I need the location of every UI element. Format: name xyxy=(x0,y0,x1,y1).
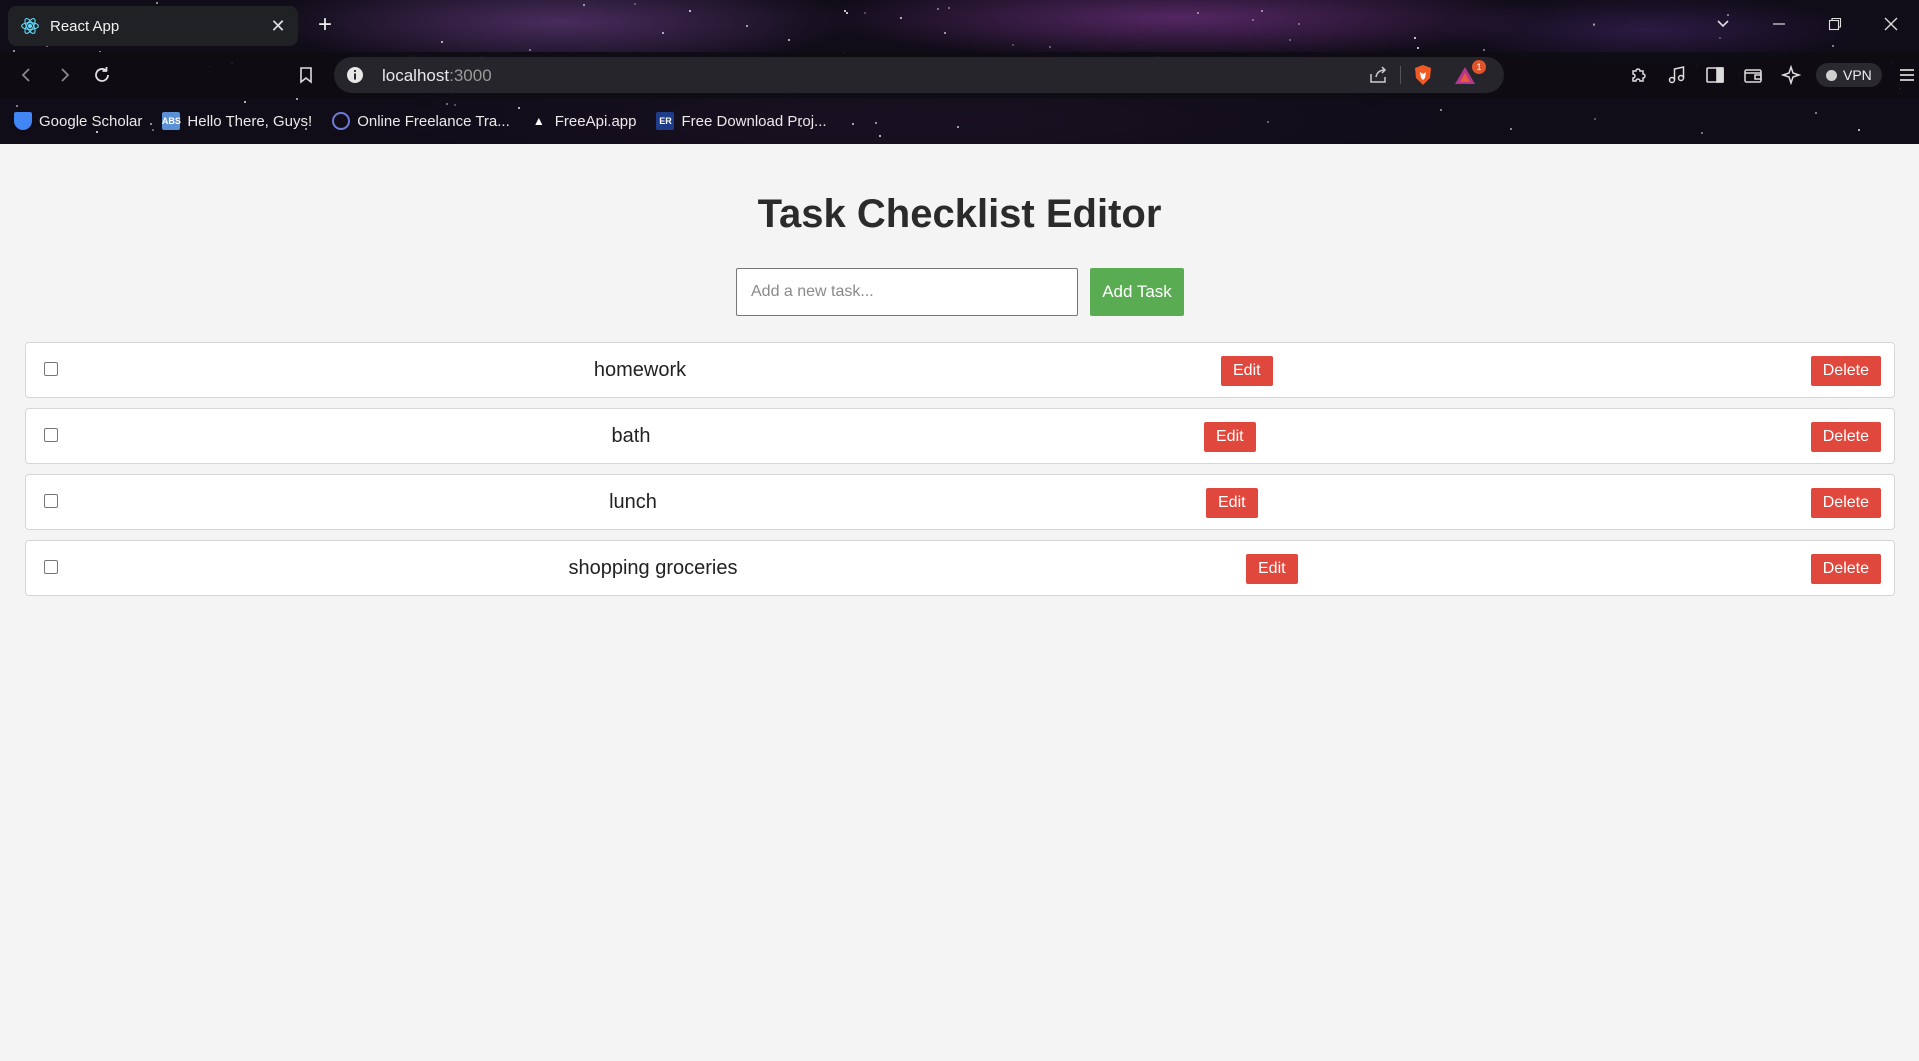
bookmark-item[interactable]: ▲ FreeApi.app xyxy=(530,112,637,130)
task-label: lunch xyxy=(609,491,657,513)
close-window-icon[interactable] xyxy=(1863,0,1919,48)
edit-button[interactable]: Edit xyxy=(1206,488,1258,518)
brave-shield-icon[interactable] xyxy=(1412,64,1434,86)
wallet-icon[interactable] xyxy=(1734,58,1772,92)
new-task-input[interactable] xyxy=(736,268,1078,316)
browser-chrome: React App ✕ + localhost:3000 1 VPN Googl… xyxy=(0,0,1919,144)
delete-button[interactable]: Delete xyxy=(1810,356,1881,386)
url-text[interactable]: localhost:3000 xyxy=(382,66,492,86)
task-row: shopping groceries Edit Delete xyxy=(25,540,1895,596)
edit-button[interactable]: Edit xyxy=(1246,554,1298,584)
edit-button[interactable]: Edit xyxy=(1221,356,1273,386)
add-task-button[interactable]: Add Task xyxy=(1090,268,1184,316)
bookmark-label: Hello There, Guys! xyxy=(187,112,313,130)
task-label: shopping groceries xyxy=(568,557,738,579)
address-bar[interactable]: localhost:3000 1 xyxy=(334,57,1504,93)
tab-react-app[interactable]: React App ✕ xyxy=(8,6,298,46)
music-icon[interactable] xyxy=(1658,58,1696,92)
close-icon[interactable]: ✕ xyxy=(268,16,288,36)
rewards-badge: 1 xyxy=(1472,60,1486,74)
vpn-status-icon xyxy=(1826,69,1837,81)
restore-icon[interactable] xyxy=(1807,0,1863,48)
task-list: homework Edit Delete bath Edit Delete lu… xyxy=(25,342,1895,606)
bookmark-label: FreeApi.app xyxy=(554,112,637,130)
page-title: Task Checklist Editor xyxy=(757,192,1162,236)
bookmark-item[interactable]: Online Freelance Tra... xyxy=(332,112,510,130)
tab-title: React App xyxy=(50,17,120,35)
minimize-icon[interactable] xyxy=(1751,0,1807,48)
react-icon xyxy=(20,16,40,36)
url-port: :3000 xyxy=(449,66,492,85)
divider xyxy=(1400,66,1401,84)
task-checkbox[interactable] xyxy=(44,428,58,442)
toolbar: localhost:3000 1 VPN xyxy=(0,52,1919,98)
edit-button[interactable]: Edit xyxy=(1204,422,1256,452)
bookmark-label: Free Download Proj... xyxy=(681,112,827,130)
abs-icon: ABS xyxy=(162,112,181,130)
tab-strip: React App ✕ + xyxy=(0,0,1919,52)
toolbar-actions: VPN xyxy=(1620,58,1919,92)
task-checkbox[interactable] xyxy=(44,494,58,508)
delete-button[interactable]: Delete xyxy=(1810,422,1881,452)
share-icon[interactable] xyxy=(1368,65,1388,85)
bookmark-item[interactable]: ABS Hello There, Guys! xyxy=(162,112,312,130)
page-content: Task Checklist Editor Add Task homework … xyxy=(0,144,1919,1061)
reload-icon[interactable] xyxy=(85,58,119,92)
er-icon: ER xyxy=(656,112,675,130)
sidebar-icon[interactable] xyxy=(1696,58,1734,92)
vpn-button[interactable]: VPN xyxy=(1816,63,1882,87)
task-checkbox[interactable] xyxy=(44,560,58,574)
freelance-icon xyxy=(332,112,351,130)
bookmark-item[interactable]: Google Scholar xyxy=(14,112,142,130)
plus-icon[interactable]: + xyxy=(310,10,340,40)
leo-ai-icon[interactable] xyxy=(1772,58,1810,92)
vpn-label: VPN xyxy=(1843,67,1872,83)
task-row: lunch Edit Delete xyxy=(25,474,1895,530)
menu-icon[interactable] xyxy=(1888,58,1919,92)
delete-button[interactable]: Delete xyxy=(1810,488,1881,518)
window-controls xyxy=(1695,0,1919,48)
chevron-down-icon[interactable] xyxy=(1695,0,1751,48)
add-task-form: Add Task xyxy=(736,268,1184,316)
task-label: homework xyxy=(593,359,687,381)
delete-button[interactable]: Delete xyxy=(1810,554,1881,584)
back-icon[interactable] xyxy=(10,58,44,92)
info-icon[interactable] xyxy=(346,66,364,84)
bookmark-label: Online Freelance Tra... xyxy=(357,112,510,130)
task-label: bath xyxy=(611,425,651,447)
forward-icon[interactable] xyxy=(47,58,81,92)
bookmarks-bar: Google Scholar ABS Hello There, Guys! Onlin… xyxy=(0,98,1919,144)
bookmark-item[interactable]: ER Free Download Proj... xyxy=(656,112,827,130)
task-checkbox[interactable] xyxy=(44,362,58,376)
google-scholar-icon xyxy=(14,112,32,130)
task-row: homework Edit Delete xyxy=(25,342,1895,398)
bookmark-icon[interactable] xyxy=(289,58,323,92)
bookmark-label: Google Scholar xyxy=(39,112,143,130)
extensions-icon[interactable] xyxy=(1620,58,1658,92)
triangle-icon: ▲ xyxy=(532,114,545,128)
url-host: localhost xyxy=(382,66,450,85)
task-row: bath Edit Delete xyxy=(25,408,1895,464)
